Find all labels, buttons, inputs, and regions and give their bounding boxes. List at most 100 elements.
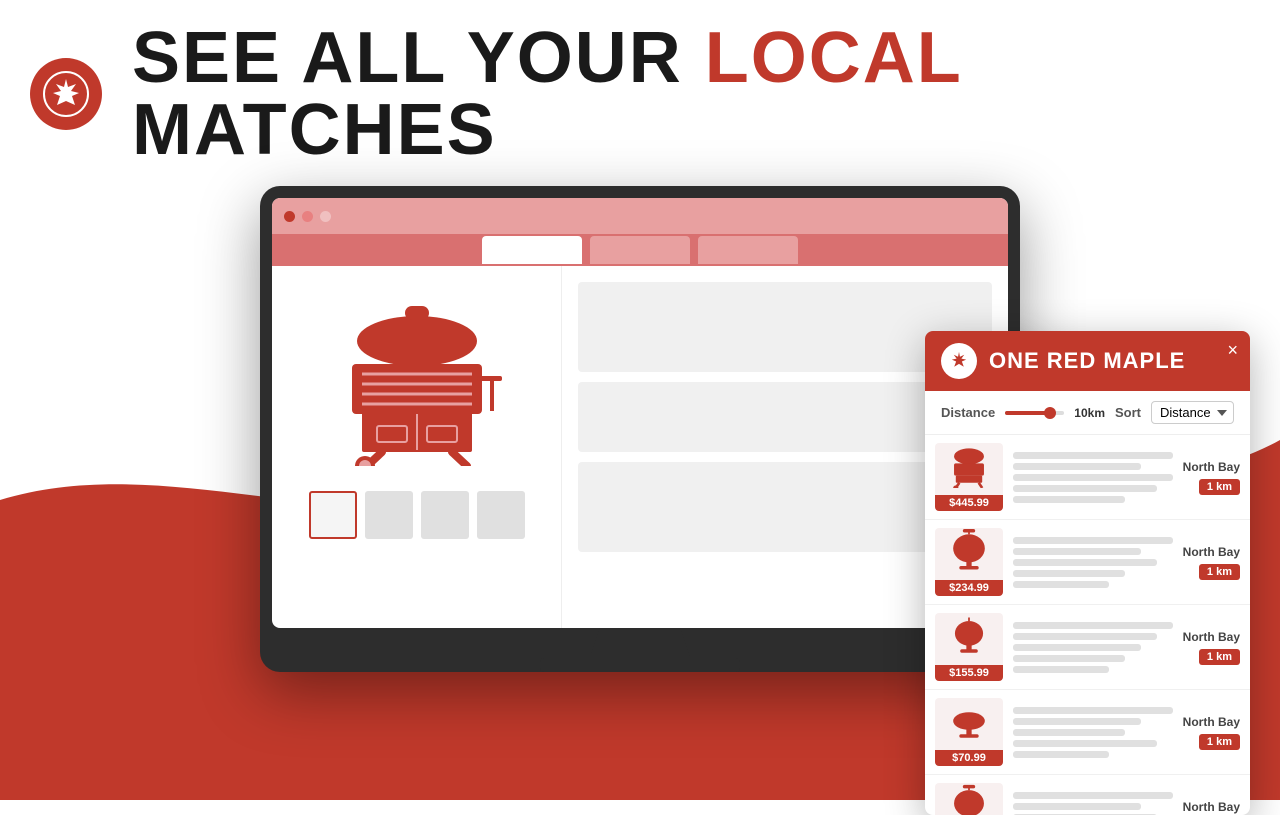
- popup-logo: [941, 343, 977, 379]
- popup-header: ONE RED MAPLE ×: [925, 331, 1250, 391]
- listing-meta: North Bay 1 km: [1183, 800, 1240, 815]
- listing-line: [1013, 666, 1109, 673]
- listing-price: $155.99: [935, 665, 1003, 681]
- distance-value: 10km: [1074, 406, 1105, 420]
- monitor: [260, 186, 1020, 672]
- listing-meta: North Bay 1 km: [1183, 715, 1240, 750]
- slider-thumb: [1044, 407, 1056, 419]
- listing-line: [1013, 474, 1173, 481]
- thumbnail-4[interactable]: [477, 491, 525, 539]
- thumbnail-row: [309, 491, 525, 539]
- headline-suffix: MATCHES: [132, 90, 497, 170]
- headline-prefix: SEE ALL YOUR: [132, 18, 705, 98]
- listing-line: [1013, 740, 1157, 747]
- distance-slider[interactable]: [1005, 411, 1064, 415]
- listing-line: [1013, 559, 1157, 566]
- thumbnail-2[interactable]: [365, 491, 413, 539]
- sort-select[interactable]: Distance Price Date: [1151, 401, 1234, 424]
- main-content: ONE RED MAPLE × Distance 10km Sort Dista…: [0, 186, 1280, 672]
- sort-label: Sort: [1115, 405, 1141, 420]
- listing-line: [1013, 581, 1109, 588]
- listing-thumb-icon: [947, 614, 991, 663]
- listing-item[interactable]: $155.99 North Bay 1 km: [925, 605, 1250, 690]
- listing-line: [1013, 707, 1173, 714]
- monitor-stand: [590, 628, 690, 658]
- listing-thumb: $445.99: [935, 443, 1003, 511]
- monitor-base: [540, 658, 740, 672]
- listing-city: North Bay: [1183, 460, 1240, 474]
- listing-line: [1013, 729, 1125, 736]
- header: SEE ALL YOUR LOCAL MATCHES: [0, 0, 1280, 176]
- popup-logo-icon: [948, 350, 970, 372]
- listing-price: $70.99: [935, 750, 1003, 766]
- listing-line: [1013, 718, 1141, 725]
- listing-line: [1013, 570, 1125, 577]
- listing-line: [1013, 655, 1125, 662]
- thumbnail-3[interactable]: [421, 491, 469, 539]
- listing-thumb: $5234.99: [935, 783, 1003, 815]
- listing-thumb: $234.99: [935, 528, 1003, 596]
- distance-label: Distance: [941, 405, 995, 420]
- monitor-wrapper: [260, 186, 1020, 672]
- popup-filters: Distance 10km Sort Distance Price Date: [925, 391, 1250, 435]
- listing-details: [1013, 452, 1173, 503]
- headline-highlight: LOCAL: [705, 18, 962, 98]
- logo: [30, 58, 102, 130]
- listing-thumb: $155.99: [935, 613, 1003, 681]
- monitor-screen: [272, 198, 1008, 628]
- nav-tab-3[interactable]: [698, 236, 798, 264]
- listing-price: $234.99: [935, 580, 1003, 596]
- thumbnail-1[interactable]: [309, 491, 357, 539]
- listing-line: [1013, 452, 1173, 459]
- monitor-content: [272, 266, 1008, 628]
- listing-line: [1013, 633, 1157, 640]
- listing-details: [1013, 537, 1173, 588]
- listing-line: [1013, 803, 1141, 810]
- listing-line: [1013, 548, 1141, 555]
- listing-distance: 1 km: [1199, 564, 1240, 580]
- close-button[interactable]: ×: [1227, 341, 1238, 359]
- listing-item[interactable]: $445.99 North Bay 1 km: [925, 435, 1250, 520]
- listing-price: $445.99: [935, 495, 1003, 511]
- listing-meta: North Bay 1 km: [1183, 545, 1240, 580]
- popup-title: ONE RED MAPLE: [989, 348, 1185, 374]
- dot-pink: [302, 211, 313, 222]
- listing-lines: [1013, 707, 1173, 758]
- popup-list: $445.99 North Bay 1 km $234.99: [925, 435, 1250, 815]
- monitor-topbar: [272, 198, 1008, 234]
- listing-details: [1013, 707, 1173, 758]
- listing-thumb: $70.99: [935, 698, 1003, 766]
- listing-lines: [1013, 537, 1173, 588]
- listing-thumb-icon: [947, 529, 991, 578]
- listing-city: North Bay: [1183, 630, 1240, 644]
- monitor-nav: [272, 234, 1008, 266]
- listing-line: [1013, 496, 1125, 503]
- dot-light: [320, 211, 331, 222]
- listing-city: North Bay: [1183, 800, 1240, 814]
- grill-large-icon: [327, 296, 507, 471]
- listing-line: [1013, 622, 1173, 629]
- dot-red: [284, 211, 295, 222]
- slider-track: [1005, 411, 1064, 415]
- listing-line: [1013, 485, 1157, 492]
- listing-line: [1013, 463, 1141, 470]
- listing-details: [1013, 792, 1173, 815]
- popup-panel: ONE RED MAPLE × Distance 10km Sort Dista…: [925, 331, 1250, 815]
- listing-distance: 1 km: [1199, 479, 1240, 495]
- listing-item[interactable]: $5234.99 North Bay 1 km: [925, 775, 1250, 815]
- listing-distance: 1 km: [1199, 734, 1240, 750]
- listing-city: North Bay: [1183, 545, 1240, 559]
- nav-tab-2[interactable]: [590, 236, 690, 264]
- listing-city: North Bay: [1183, 715, 1240, 729]
- listing-thumb-icon: [947, 699, 991, 748]
- listing-line: [1013, 537, 1173, 544]
- listing-line: [1013, 792, 1173, 799]
- listing-line: [1013, 644, 1141, 651]
- headline: SEE ALL YOUR LOCAL MATCHES: [132, 22, 1240, 166]
- listing-lines: [1013, 622, 1173, 673]
- monitor-left: [272, 266, 562, 628]
- listing-item[interactable]: $70.99 North Bay 1 km: [925, 690, 1250, 775]
- listing-details: [1013, 622, 1173, 673]
- nav-tab-1[interactable]: [482, 236, 582, 264]
- listing-item[interactable]: $234.99 North Bay 1 km: [925, 520, 1250, 605]
